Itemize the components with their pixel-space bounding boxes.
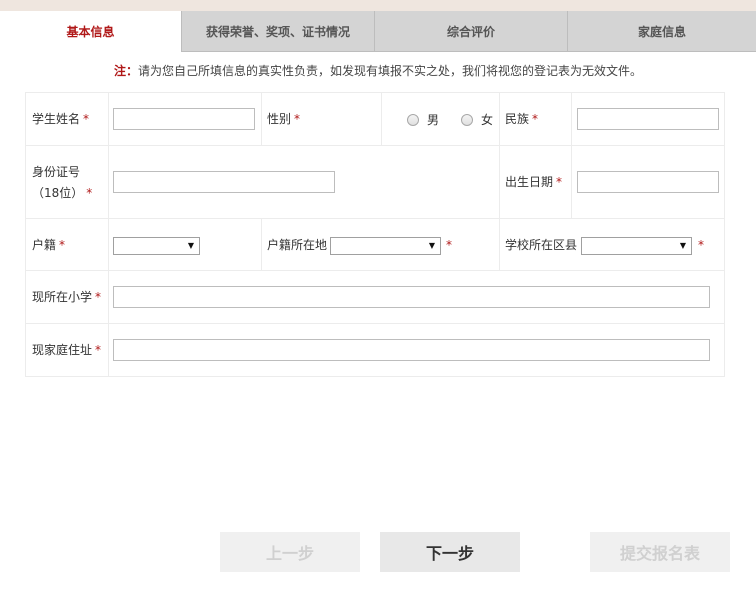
basic-info-form: 学生姓名 * 性别 * 男 女 民族 * 身份证号 （18位） * 出生日期 * 户籍 * <box>25 92 725 377</box>
form-row-school: 现所在小学 * <box>26 271 724 324</box>
chevron-down-icon: ▼ <box>187 241 194 250</box>
submit-form-button[interactable]: 提交报名表 <box>590 532 730 572</box>
form-row-name: 学生姓名 * 性别 * 男 女 民族 * <box>26 93 724 146</box>
current-school-input[interactable] <box>113 286 710 308</box>
hukou-location-label: 户籍所在地 <box>267 238 328 252</box>
student-name-label: 学生姓名 * <box>32 112 90 126</box>
tab-family-info[interactable]: 家庭信息 <box>567 11 756 52</box>
tab-basic-info[interactable]: 基本信息 <box>0 11 181 52</box>
school-district-select[interactable]: ▼ <box>581 237 692 255</box>
ethnicity-label: 民族 * <box>505 112 539 126</box>
id-number-label: 身份证号 （18位） * <box>32 165 93 200</box>
next-step-button[interactable]: 下一步 <box>380 532 520 572</box>
notice-label: 注： <box>113 64 138 78</box>
form-row-id: 身份证号 （18位） * 出生日期 * <box>26 146 724 219</box>
radio-circle-icon <box>407 113 419 126</box>
hukou-location-required: * <box>446 238 452 252</box>
form-row-hukou: 户籍 * ▼ 户籍所在地 ▼ * 学校所在区县 ▼ * <box>26 219 724 271</box>
tab-bar: 基本信息 获得荣誉、奖项、证书情况 综合评价 家庭信息 <box>0 0 756 52</box>
id-number-input[interactable] <box>113 171 335 193</box>
notice-text: 请为您自己所填信息的真实性负责，如发现有填报不实之处，我们将视您的登记表为无效文… <box>138 64 643 78</box>
decorative-header-strip <box>0 0 756 11</box>
chevron-down-icon: ▼ <box>428 241 435 250</box>
form-row-address: 现家庭住址 * <box>26 324 724 376</box>
hukou-select[interactable]: ▼ <box>113 237 200 255</box>
current-school-label: 现所在小学 * <box>32 290 102 304</box>
school-district-label: 学校所在区县 <box>505 238 578 252</box>
notice: 注：请为您自己所填信息的真实性负责，如发现有填报不实之处，我们将视您的登记表为无… <box>0 62 756 79</box>
gender-label: 性别 * <box>267 112 301 126</box>
prev-step-button[interactable]: 上一步 <box>220 532 360 572</box>
home-address-input[interactable] <box>113 339 710 361</box>
hukou-label: 户籍 * <box>32 238 66 252</box>
birth-date-input[interactable] <box>577 171 719 193</box>
student-name-input[interactable] <box>113 108 255 130</box>
birth-date-label: 出生日期 * <box>505 175 563 189</box>
chevron-down-icon: ▼ <box>679 241 686 250</box>
gender-male-radio[interactable]: 男 <box>407 111 439 128</box>
gender-female-radio[interactable]: 女 <box>461 111 493 128</box>
school-district-required: * <box>698 238 704 252</box>
hukou-location-select[interactable]: ▼ <box>330 237 441 255</box>
radio-circle-icon <box>461 113 473 126</box>
ethnicity-input[interactable] <box>577 108 719 130</box>
tab-evaluation[interactable]: 综合评价 <box>374 11 567 52</box>
home-address-label: 现家庭住址 * <box>32 343 102 357</box>
tab-honors-awards[interactable]: 获得荣誉、奖项、证书情况 <box>181 11 374 52</box>
